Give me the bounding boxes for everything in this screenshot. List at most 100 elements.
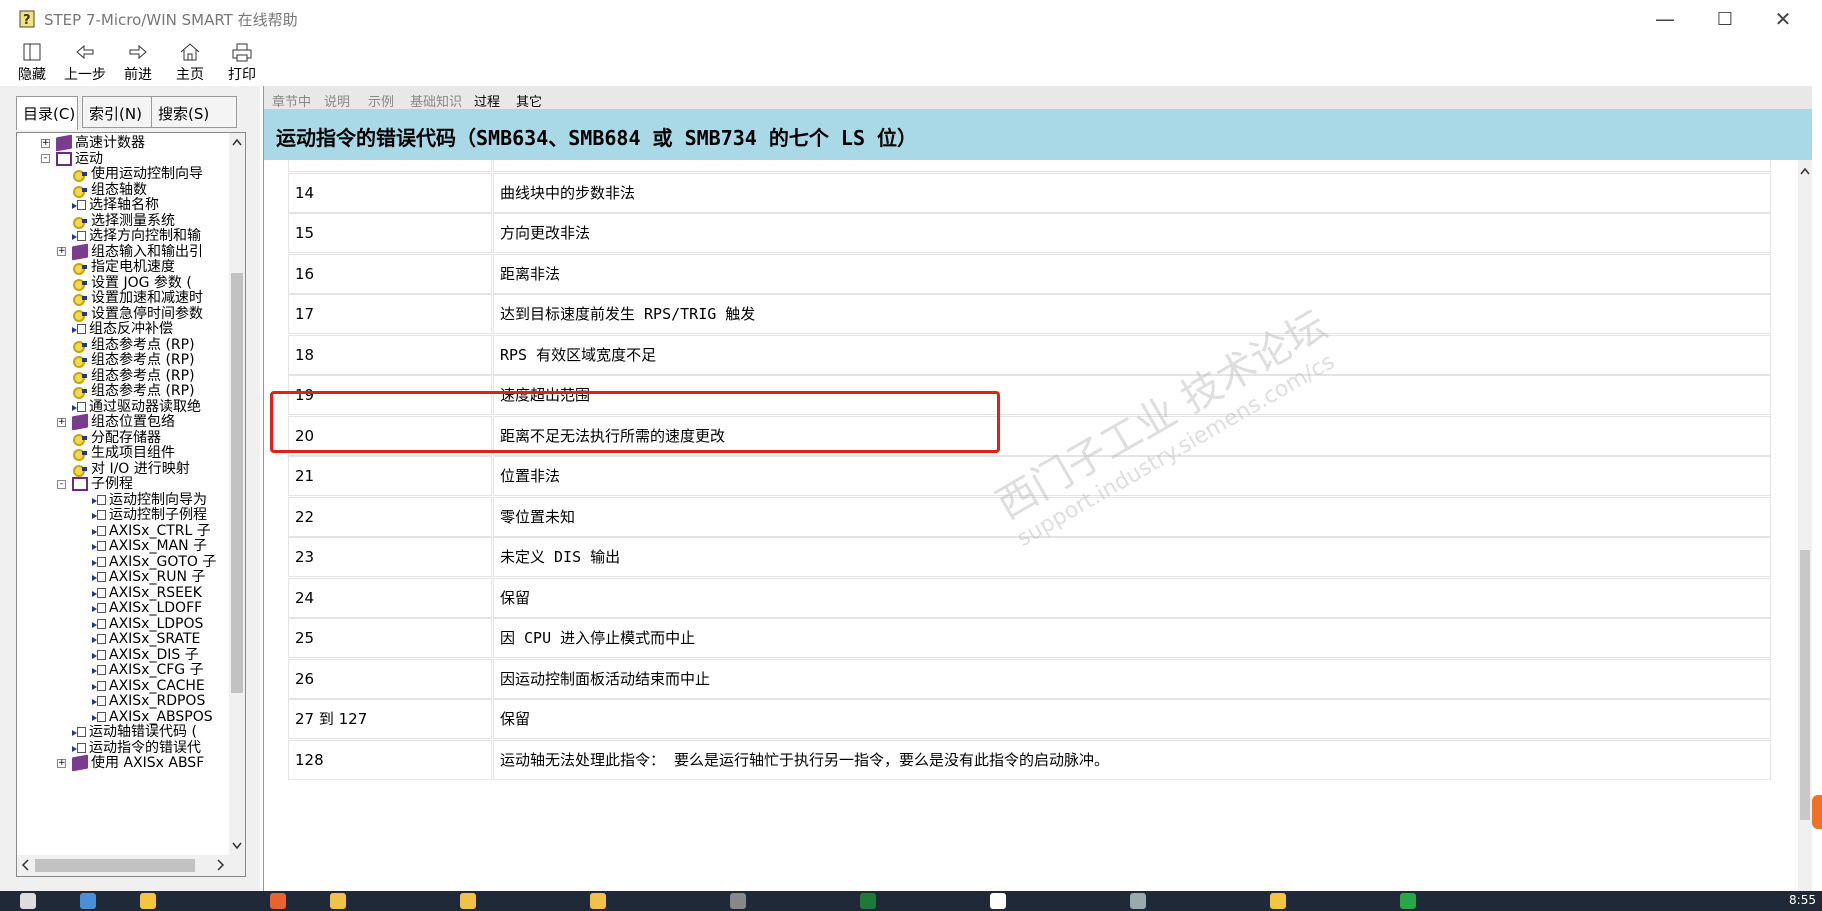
table-row: 17 达到目标速度前发生 RPS/TRIG 触发: [288, 292, 1772, 336]
nav-link[interactable]: 说明: [324, 91, 350, 110]
howto-icon: [72, 432, 88, 446]
expand-icon[interactable]: +: [57, 247, 66, 256]
howto-icon: [72, 308, 88, 322]
chevron-right-icon[interactable]: [213, 855, 227, 875]
book-icon: [72, 754, 88, 772]
tree-vertical-scrollbar[interactable]: [229, 133, 245, 855]
tree-scroll-thumb[interactable]: [231, 273, 243, 693]
chevron-left-icon[interactable]: [19, 855, 33, 875]
error-description-cell: 曲线块中的步数非法: [493, 172, 1771, 213]
hide-icon: [23, 43, 41, 61]
error-code-cell: 15: [288, 213, 492, 253]
nav-link[interactable]: 示例: [368, 91, 394, 110]
error-description-cell: RPS 有效区域宽度不足: [493, 334, 1771, 375]
side-widget[interactable]: [1812, 795, 1822, 829]
error-code-cell: 27 到 127: [288, 699, 492, 739]
howto-icon: [72, 292, 88, 306]
app-icon-3[interactable]: [270, 893, 286, 909]
expand-icon[interactable]: +: [57, 758, 66, 768]
error-code-cell: 18: [288, 334, 492, 375]
print-button[interactable]: 打印: [228, 38, 256, 84]
maximize-button[interactable]: ☐: [1696, 0, 1754, 38]
expand-icon[interactable]: +: [57, 417, 66, 427]
app-icon-7[interactable]: [730, 893, 746, 909]
table-row: 26 因运动控制面板活动结束而中止: [288, 657, 1772, 701]
howto-icon: [72, 463, 88, 477]
topic-icon: [92, 680, 106, 691]
nav-link[interactable]: 章节中: [272, 91, 311, 110]
error-code-cell: 24: [288, 577, 492, 618]
topic-icon: [92, 541, 106, 551]
home-button[interactable]: 主页: [176, 38, 204, 84]
hide-button[interactable]: 隐藏: [18, 38, 46, 84]
collapse-icon[interactable]: -: [57, 479, 66, 489]
topic-nav-bar: 章节中 说明 示例 基础知识 过程 其它: [264, 86, 1812, 110]
back-button[interactable]: 上一步: [64, 38, 106, 84]
error-code-cell: 26: [288, 658, 492, 699]
close-button[interactable]: ✕: [1754, 0, 1812, 38]
topic-icon: [92, 510, 106, 520]
tree-horizontal-scrollbar[interactable]: [17, 855, 245, 876]
chevron-down-icon[interactable]: [229, 839, 245, 853]
error-code-cell: 17: [288, 294, 492, 334]
title-bar: ? STEP 7-Micro/WIN SMART 在线帮助 — ☐ ✕: [0, 0, 1822, 38]
collapse-icon[interactable]: -: [41, 154, 50, 163]
howto-icon: [72, 339, 88, 353]
app-icon-4[interactable]: [330, 893, 346, 909]
app-icon-8[interactable]: [860, 893, 876, 909]
nav-link[interactable]: 基础知识: [410, 91, 462, 110]
topic-icon: [92, 618, 106, 629]
app-icon-2[interactable]: [140, 893, 156, 909]
error-description-cell: 距离非法: [493, 253, 1771, 294]
error-description-cell: 零位置未知: [493, 496, 1771, 537]
topic-icon: [92, 603, 106, 613]
highlight-box: [270, 391, 1000, 453]
tab-contents[interactable]: 目录(C): [16, 96, 78, 130]
table-row: 27 到 127 保留: [288, 697, 1772, 741]
table-row: 18 RPS 有效区域宽度不足: [288, 333, 1772, 377]
table-row: 25 因 CPU 进入停止模式而中止: [288, 616, 1772, 660]
expand-icon[interactable]: +: [41, 138, 50, 148]
help-window: ? STEP 7-Micro/WIN SMART 在线帮助 — ☐ ✕ 隐藏 上…: [0, 0, 1822, 911]
howto-icon: [72, 215, 88, 229]
start-icon[interactable]: [20, 893, 36, 909]
app-icon-10[interactable]: [1130, 893, 1146, 909]
clock: 8:55: [1789, 893, 1816, 907]
navigation-pane: 目录(C) 索引(N) 搜索(S) + 高速计数器 - 运动 使用运动控制向导 组态轴数选…: [0, 86, 260, 891]
window-title: STEP 7-Micro/WIN SMART 在线帮助: [44, 11, 298, 29]
app-icon-9[interactable]: [990, 893, 1006, 909]
howto-icon: [72, 385, 88, 399]
topic-icon: [72, 200, 86, 210]
forward-label: 前进: [124, 67, 152, 83]
error-description-cell: 未定义 DIS 输出: [493, 537, 1771, 577]
error-code-cell: 14: [288, 172, 492, 213]
error-description-cell: 达到目标速度前发生 RPS/TRIG 触发: [493, 294, 1771, 334]
topic-icon: [92, 711, 106, 722]
content-vertical-scrollbar[interactable]: [1798, 160, 1812, 891]
howto-icon: [72, 370, 88, 384]
topic-icon: [92, 634, 106, 644]
topic-header: 运动指令的错误代码（SMB634、SMB684 或 SMB734 的七个 LS …: [264, 110, 1812, 160]
app-icon-12[interactable]: [1400, 893, 1416, 909]
chevron-up-icon[interactable]: [1798, 164, 1812, 178]
app-icon-5[interactable]: [460, 893, 476, 909]
forward-button[interactable]: 前进: [124, 38, 152, 84]
app-icon-11[interactable]: [1270, 893, 1286, 909]
nav-link[interactable]: 过程: [474, 91, 500, 110]
app-icon-1[interactable]: [80, 893, 96, 909]
app-icon-6[interactable]: [590, 893, 606, 909]
tree-node[interactable]: + 使用 AXISx ABSF: [57, 754, 204, 772]
nav-link[interactable]: 其它: [516, 91, 542, 110]
error-description-cell: 因 CPU 进入停止模式而中止: [493, 618, 1771, 658]
chevron-up-icon[interactable]: [229, 135, 245, 149]
tree-hscroll-thumb[interactable]: [35, 859, 195, 872]
tab-search[interactable]: 搜索(S): [151, 96, 237, 128]
back-label: 上一步: [64, 67, 106, 83]
error-code-table: 13RP 命令要求的操作模式14曲线块中的步数非法15方向更改非法16距离非法1…: [264, 160, 1798, 891]
minimize-button[interactable]: —: [1636, 0, 1694, 38]
topic-icon: [72, 401, 86, 412]
topic-icon: [92, 494, 106, 505]
error-code-cell: 16: [288, 253, 492, 294]
table-row: 16 距离非法: [288, 252, 1772, 296]
content-scroll-thumb[interactable]: [1800, 550, 1810, 820]
